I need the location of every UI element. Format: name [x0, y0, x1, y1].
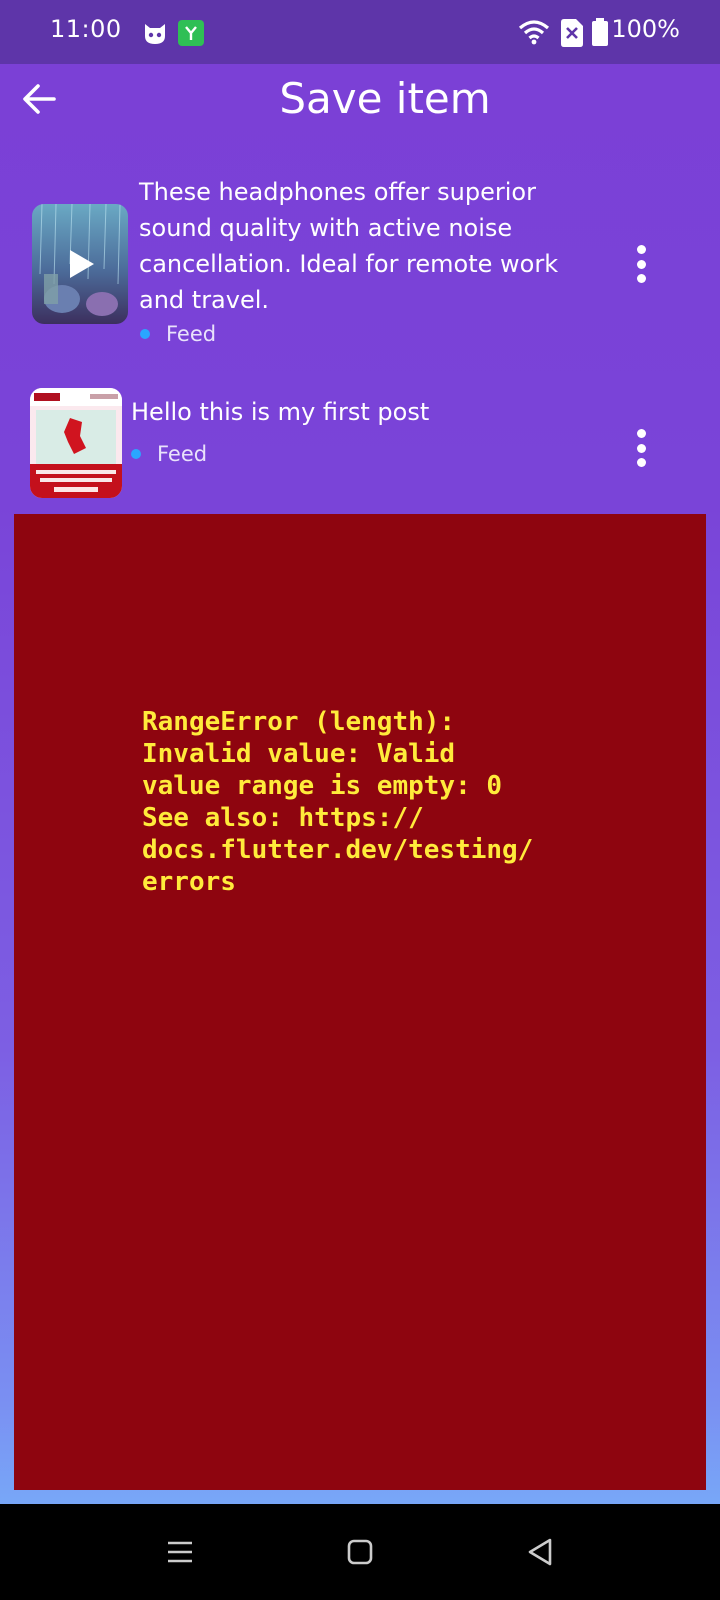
video-thumbnail[interactable] — [32, 204, 128, 324]
list-item[interactable]: Hello this is my first post Feed — [0, 386, 720, 506]
menu-icon — [168, 1541, 192, 1563]
error-message: RangeError (length): Invalid value: Vali… — [142, 707, 534, 897]
status-time: 11:00 — [50, 15, 122, 43]
more-vert-icon — [636, 245, 646, 254]
tag-dot-icon — [140, 329, 150, 339]
battery-percentage: 100% — [611, 15, 680, 43]
app-bar: Save item — [0, 64, 720, 134]
item-description: Hello this is my first post — [131, 398, 430, 426]
more-options-button[interactable] — [626, 426, 656, 470]
error-panel: RangeError (length): Invalid value: Vali… — [14, 514, 706, 1490]
back-triangle-icon — [528, 1538, 552, 1566]
item-description: These headphones offer superior sound qu… — [139, 178, 559, 314]
list-item[interactable]: These headphones offer superior sound qu… — [0, 170, 720, 360]
home-square-icon — [347, 1539, 373, 1565]
more-vert-icon — [636, 429, 646, 438]
video-play-icon — [70, 250, 94, 278]
tag-label: Feed — [157, 442, 208, 466]
page-title: Save item — [279, 74, 491, 123]
back-nav-button[interactable] — [520, 1536, 560, 1568]
screen: 11:00 100% Save item These headphones of… — [0, 0, 720, 1600]
status-bar: 11:00 100% — [0, 0, 720, 64]
home-button[interactable] — [340, 1536, 380, 1568]
navigation-bar — [0, 1504, 720, 1600]
post-thumbnail[interactable] — [30, 388, 122, 498]
tag-label: Feed — [166, 322, 217, 346]
item-tag: Feed — [140, 322, 216, 346]
battery-icon — [592, 18, 608, 46]
cat-face-icon — [145, 24, 165, 44]
app-notification-icon — [178, 20, 204, 46]
recent-apps-button[interactable] — [160, 1536, 200, 1568]
wifi-icon — [518, 20, 550, 45]
item-tag: Feed — [131, 442, 207, 466]
more-options-button[interactable] — [626, 242, 656, 286]
tag-dot-icon — [131, 449, 141, 459]
sim-off-icon — [561, 19, 583, 47]
